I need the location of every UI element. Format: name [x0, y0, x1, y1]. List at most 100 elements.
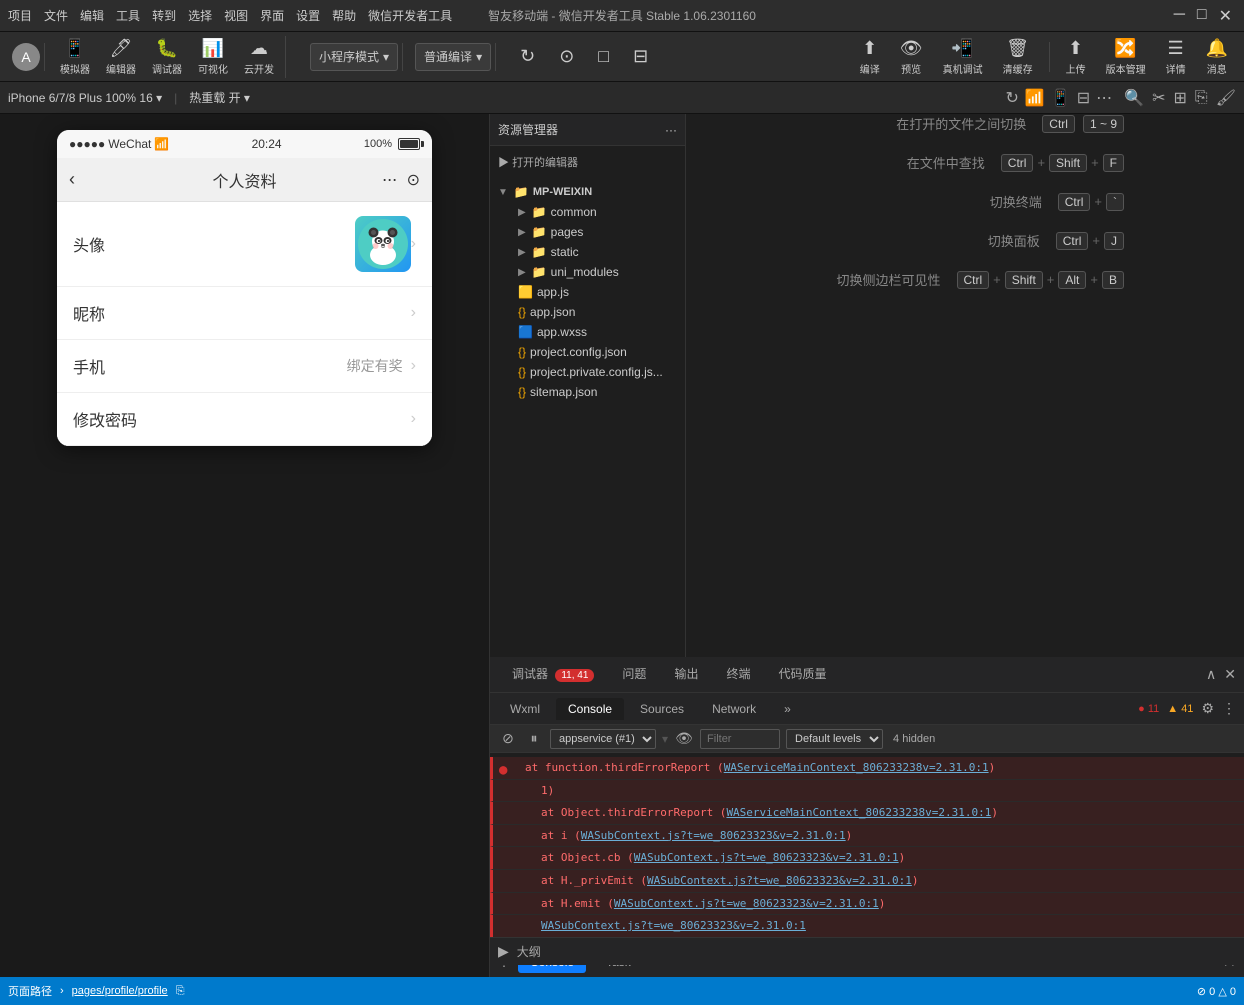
layout-icon[interactable]: ⊟: [1077, 88, 1090, 108]
tablet-icon[interactable]: 📱: [1051, 88, 1071, 108]
menu-goto[interactable]: 转到: [152, 7, 176, 24]
editor-button[interactable]: 🖊 编辑器: [99, 36, 143, 78]
link-1[interactable]: WAServiceMainContext_806233238v=2.31.0:1: [724, 761, 989, 774]
file-sitemap[interactable]: {} sitemap.json: [490, 382, 685, 402]
more-devtools-icon[interactable]: ⋮: [1222, 700, 1236, 717]
simulator-button[interactable]: 📱 模拟器: [53, 36, 97, 78]
context-select[interactable]: appservice (#1): [550, 729, 656, 749]
nickname-arrow: ›: [411, 304, 416, 322]
upload-button[interactable]: ⬆ 上传: [1058, 36, 1094, 78]
sec-tab-network[interactable]: Network: [700, 698, 768, 720]
settings-button[interactable]: ⚙: [1201, 700, 1214, 717]
copy-path-icon[interactable]: ⎘: [176, 985, 185, 998]
preview-button[interactable]: 👁 预览: [892, 36, 931, 78]
sec-tab-wxml[interactable]: Wxml: [498, 698, 552, 720]
menu-devtools[interactable]: 微信开发者工具: [368, 7, 452, 24]
tab-problems[interactable]: 问题: [608, 659, 660, 690]
nickname-row[interactable]: 昵称 ›: [57, 287, 432, 340]
folder-static[interactable]: ▶ 📁 static: [490, 242, 685, 262]
eye-btn[interactable]: 👁: [674, 729, 694, 749]
menu-project[interactable]: 项目: [8, 7, 32, 24]
phone-row[interactable]: 手机 绑定有奖 ›: [57, 340, 432, 393]
device-button[interactable]: □: [590, 44, 617, 69]
version-button[interactable]: 🔀 版本管理: [1098, 36, 1154, 78]
compile-action-btn[interactable]: ⬆ 编译: [852, 36, 888, 78]
file-path[interactable]: pages/profile/profile: [72, 985, 168, 997]
outline-label[interactable]: 大纲: [517, 943, 541, 960]
link-6[interactable]: WASubContext.js?t=we_80623323&v=2.31.0:1: [647, 874, 912, 887]
device-selector[interactable]: iPhone 6/7/8 Plus 100% 16 ▾: [8, 91, 162, 105]
expand-panel-icon[interactable]: ▶: [498, 943, 509, 960]
file-app-json[interactable]: {} app.json: [490, 302, 685, 322]
file-project-private[interactable]: {} project.private.config.js...: [490, 362, 685, 382]
menu-tool[interactable]: 工具: [116, 7, 140, 24]
link-5[interactable]: WASubContext.js?t=we_80623323&v=2.31.0:1: [634, 851, 899, 864]
stop-button[interactable]: ⊙: [551, 44, 582, 69]
detail-button[interactable]: ☰ 详情: [1158, 36, 1194, 78]
rotate-icon[interactable]: ↻: [1005, 88, 1018, 108]
filetree-more-icon[interactable]: ···: [665, 123, 677, 137]
filter-input[interactable]: [700, 729, 780, 749]
grid-icon[interactable]: ⊞: [1173, 88, 1186, 108]
project-root[interactable]: ▼ 📁 MP-WEIXIN: [490, 182, 685, 202]
menu-edit[interactable]: 编辑: [80, 7, 104, 24]
real-machine-button[interactable]: 📲 真机调试: [935, 36, 991, 78]
wifi-icon[interactable]: 📶: [1025, 88, 1045, 108]
menu-select[interactable]: 选择: [188, 7, 212, 24]
more-options-button[interactable]: ···: [382, 169, 397, 190]
folder-uni-modules[interactable]: ▶ 📁 uni_modules: [490, 262, 685, 282]
chevron-up-icon[interactable]: ∧: [1206, 666, 1216, 683]
password-row[interactable]: 修改密码 ›: [57, 393, 432, 446]
visualizer-button[interactable]: 📊 可视化: [191, 36, 235, 78]
avatar-row[interactable]: 头像: [57, 202, 432, 287]
scan-button[interactable]: ⊙: [407, 170, 420, 190]
window-minimize[interactable]: ─: [1170, 6, 1189, 26]
file-app-wxss[interactable]: 🟦 app.wxss: [490, 322, 685, 342]
message-button[interactable]: 🔔 消息: [1198, 36, 1236, 78]
close-devtools-icon[interactable]: ✕: [1224, 666, 1236, 683]
tab-terminal[interactable]: 终端: [712, 659, 764, 690]
menu-help[interactable]: 帮助: [332, 7, 356, 24]
clear-console-btn[interactable]: ⊘: [498, 729, 518, 749]
tab-code-quality[interactable]: 代码质量: [764, 659, 840, 690]
folder-common[interactable]: ▶ 📁 common: [490, 202, 685, 222]
pause-btn[interactable]: ⏸: [524, 729, 544, 749]
open-editors-label[interactable]: ▶ 打开的编辑器: [490, 150, 685, 174]
menu-file[interactable]: 文件: [44, 7, 68, 24]
menu-bar[interactable]: 项目 文件 编辑 工具 转到 选择 视图 界面 设置 帮助 微信开发者工具: [8, 7, 452, 24]
cloud-button[interactable]: ☁ 云开发: [237, 36, 281, 78]
cut-icon[interactable]: ✂: [1152, 88, 1165, 108]
tab-output[interactable]: 输出: [660, 659, 712, 690]
refresh-button[interactable]: ↻: [512, 44, 543, 69]
clear-cache-button[interactable]: 🗑 清缓存: [995, 36, 1041, 78]
compile-dropdown[interactable]: 普通编译 ▾: [415, 43, 491, 71]
sec-tab-sources[interactable]: Sources: [628, 698, 696, 720]
link-4[interactable]: WASubContext.js?t=we_80623323&v=2.31.0:1: [581, 829, 846, 842]
file-project-config[interactable]: {} project.config.json: [490, 342, 685, 362]
log-level-select[interactable]: Default levels: [786, 729, 883, 749]
window-controls[interactable]: ─ □ ✕: [1170, 6, 1236, 26]
sec-tab-console[interactable]: Console: [556, 698, 624, 720]
window-maximize[interactable]: □: [1193, 6, 1211, 26]
copy-icon[interactable]: ⎘: [1195, 89, 1208, 107]
debugger-button[interactable]: 🐛 调试器: [145, 36, 189, 78]
user-avatar[interactable]: A: [12, 43, 40, 71]
window-close[interactable]: ✕: [1215, 6, 1236, 26]
link-8[interactable]: WASubContext.js?t=we_80623323&v=2.31.0:1: [541, 919, 806, 932]
back-button[interactable]: ‹: [69, 169, 75, 190]
hot-reload-toggle[interactable]: 热重载 开 ▾: [189, 89, 250, 106]
more-icon[interactable]: ⋯: [1096, 88, 1112, 108]
link-3[interactable]: WAServiceMainContext_806233238v=2.31.0:1: [726, 806, 991, 819]
tab-debugger[interactable]: 调试器 11, 41: [498, 659, 608, 690]
menu-view[interactable]: 视图: [224, 7, 248, 24]
split-button[interactable]: ⊟: [625, 44, 656, 69]
mode-dropdown[interactable]: 小程序模式 ▾: [310, 43, 398, 71]
menu-interface[interactable]: 界面: [260, 7, 284, 24]
link-7[interactable]: WASubContext.js?t=we_80623323&v=2.31.0:1: [614, 897, 879, 910]
menu-settings[interactable]: 设置: [296, 7, 320, 24]
search-icon[interactable]: 🔍: [1124, 88, 1144, 108]
brush-icon[interactable]: 🖌: [1216, 88, 1236, 108]
folder-pages[interactable]: ▶ 📁 pages: [490, 222, 685, 242]
sec-tab-more[interactable]: »: [772, 698, 803, 720]
file-app-js[interactable]: 🟨 app.js: [490, 282, 685, 302]
